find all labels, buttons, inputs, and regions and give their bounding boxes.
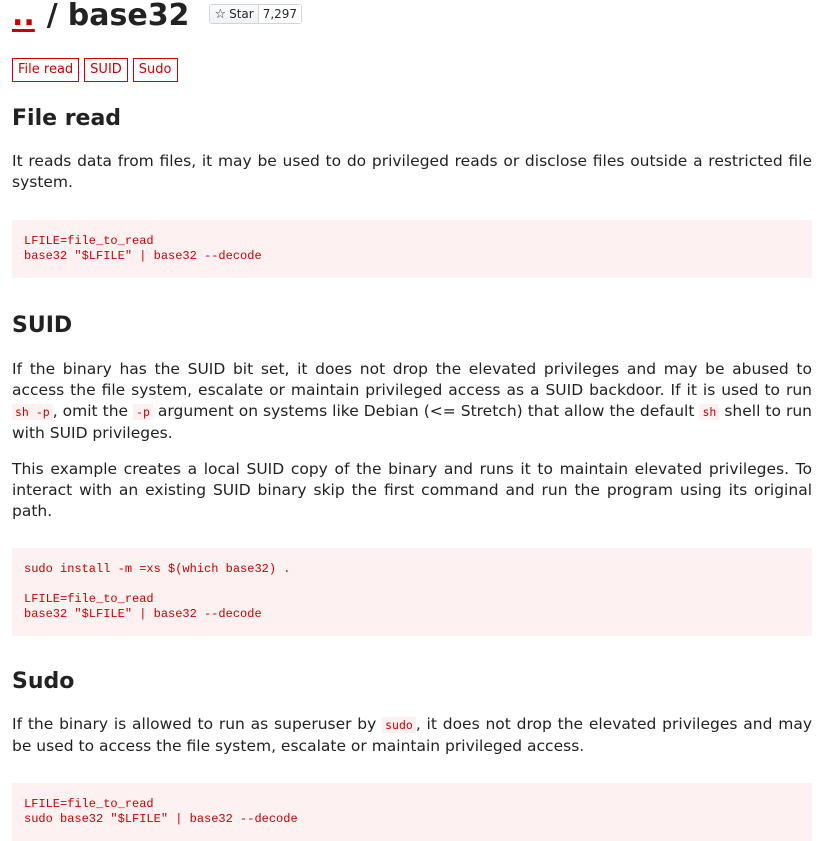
suid-example-description: This example creates a local SUID copy o… xyxy=(12,460,812,520)
inline-code-sh: sh xyxy=(699,404,720,420)
inline-code-sudo: sudo xyxy=(382,717,416,733)
star-label: Star xyxy=(229,7,254,21)
tag-file-read[interactable]: File read xyxy=(12,58,80,82)
page: .. / base32 ☆ Star 7,297 File read SUID … xyxy=(0,0,834,841)
star-count[interactable]: 7,297 xyxy=(258,5,302,23)
suid-description: If the binary has the SUID bit set, it d… xyxy=(12,359,812,444)
github-star-widget: ☆ Star 7,297 xyxy=(209,4,303,24)
suid-text-part1: If the binary has the SUID bit set, it d… xyxy=(12,360,812,399)
section-heading-file-read: File read xyxy=(12,106,122,131)
page-title: base32 xyxy=(67,0,190,33)
tag-suid[interactable]: SUID xyxy=(84,58,128,82)
star-button[interactable]: ☆ Star xyxy=(210,5,259,23)
title-separator: / xyxy=(46,0,58,33)
star-icon: ☆ xyxy=(214,6,227,22)
suid-text-part2: , omit the xyxy=(52,402,134,420)
file-read-description: It reads data from files, it may be used… xyxy=(12,152,812,191)
parent-directory-link[interactable]: .. xyxy=(12,0,35,34)
suid-text-part3: argument on systems like Debian (<= Stre… xyxy=(152,402,700,420)
page-header: .. / base32 ☆ Star 7,297 xyxy=(12,0,812,34)
inline-code-sh-p: sh -p xyxy=(12,404,53,420)
function-tags: File read SUID Sudo xyxy=(12,58,812,82)
sudo-text-part1: If the binary is allowed to run as super… xyxy=(12,715,383,733)
suid-code-block: sudo install -m =xs $(which base32) . LF… xyxy=(12,548,812,636)
section-heading-suid: SUID xyxy=(12,313,73,338)
inline-code-p-flag: -p xyxy=(133,404,153,420)
sudo-code-block: LFILE=file_to_read sudo base32 "$LFILE" … xyxy=(12,783,812,841)
file-read-code-block: LFILE=file_to_read base32 "$LFILE" | bas… xyxy=(12,220,812,278)
sudo-description: If the binary is allowed to run as super… xyxy=(12,714,812,757)
section-heading-sudo: Sudo xyxy=(12,669,75,694)
tag-sudo[interactable]: Sudo xyxy=(132,58,178,82)
